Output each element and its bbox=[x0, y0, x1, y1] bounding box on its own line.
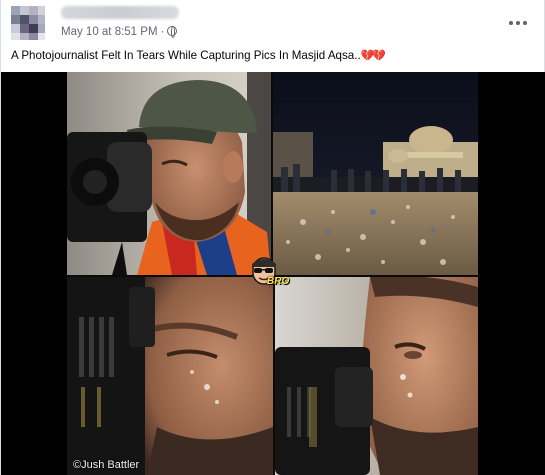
photo-closeup-tears: ©Jush Battler bbox=[67, 277, 273, 475]
photo-side-profile-tears bbox=[275, 277, 478, 475]
facebook-post: May 10 at 8:51 PM · A Photojournalist Fel… bbox=[0, 0, 545, 475]
caption-text: A Photojournalist Felt In Tears While Ca… bbox=[11, 49, 361, 62]
author-name-blurred[interactable] bbox=[61, 6, 179, 19]
meta-separator: · bbox=[160, 26, 165, 38]
photo-photographer-crying bbox=[67, 72, 271, 275]
broken-heart-emoji: 💔💔 bbox=[360, 50, 386, 62]
photo-collage: ©Jush Battler BRO bbox=[67, 72, 478, 475]
post-meta: May 10 at 8:51 PM · bbox=[61, 26, 178, 38]
photo-mosque-courtyard-night bbox=[273, 72, 478, 275]
sticker-badge: BRO bbox=[243, 256, 301, 298]
watermark-credit: ©Jush Battler bbox=[73, 459, 140, 471]
timestamp-link[interactable]: May 10 at 8:51 PM bbox=[61, 26, 158, 38]
badge-text: BRO bbox=[267, 276, 290, 287]
post-header: May 10 at 8:51 PM · bbox=[1, 0, 545, 44]
post-caption: A Photojournalist Felt In Tears While Ca… bbox=[11, 49, 386, 62]
more-options-icon[interactable] bbox=[508, 12, 530, 34]
globe-icon[interactable] bbox=[167, 26, 178, 38]
avatar[interactable] bbox=[11, 6, 45, 40]
post-media[interactable]: ©Jush Battler BRO bbox=[1, 72, 545, 475]
